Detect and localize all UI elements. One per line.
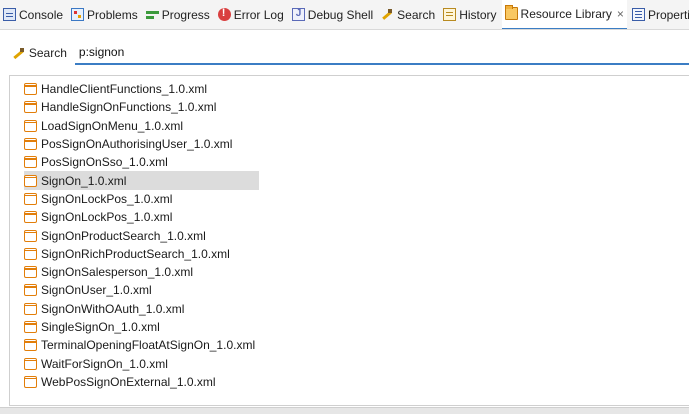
search-label: Search — [28, 46, 67, 60]
search-row: Search — [0, 40, 689, 66]
tab-progress[interactable]: Progress — [143, 0, 213, 29]
list-item[interactable]: WebPosSignOnExternal_1.0.xml — [24, 373, 259, 391]
tab-properties[interactable]: Properties — [629, 0, 689, 29]
list-item-label: SignOnLockPos_1.0.xml — [41, 210, 173, 225]
tab-console[interactable]: Console — [0, 0, 66, 29]
list-item-label: TerminalOpeningFloatAtSignOn_1.0.xml — [41, 338, 256, 353]
list-item[interactable]: WaitForSignOn_1.0.xml — [24, 354, 259, 372]
xml-file-icon — [24, 211, 37, 224]
tab-label: Properties — [647, 7, 689, 22]
list-item-label: PosSignOnAuthorisingUser_1.0.xml — [41, 137, 233, 152]
search-icon — [381, 8, 394, 21]
tab-label: Error Log — [233, 7, 284, 22]
debug-shell-icon — [291, 8, 305, 21]
tab-history[interactable]: History — [440, 0, 499, 29]
xml-file-icon — [24, 247, 37, 260]
tab-label: Progress — [161, 7, 210, 22]
error-log-icon — [217, 7, 231, 21]
list-item[interactable]: SignOnProductSearch_1.0.xml — [24, 226, 259, 244]
list-item[interactable]: PosSignOnAuthorisingUser_1.0.xml — [24, 135, 259, 153]
tab-error-log[interactable]: Error Log — [215, 0, 287, 29]
progress-icon — [145, 8, 159, 21]
xml-file-icon — [24, 83, 37, 96]
list-item[interactable]: HandleSignOnFunctions_1.0.xml — [24, 98, 259, 116]
xml-file-icon — [24, 266, 37, 279]
properties-icon — [631, 8, 645, 21]
list-item-label: SignOnWithOAuth_1.0.xml — [41, 301, 185, 316]
list-item-label: SignOn_1.0.xml — [41, 173, 127, 188]
xml-file-icon — [24, 156, 37, 169]
list-item[interactable]: SignOnSalesperson_1.0.xml — [24, 263, 259, 281]
xml-file-icon — [24, 375, 37, 388]
xml-file-icon — [24, 302, 37, 315]
list-item[interactable]: SignOnLockPos_1.0.xml — [24, 208, 259, 226]
xml-file-icon — [24, 174, 37, 187]
list-item[interactable]: SignOnUser_1.0.xml — [24, 281, 259, 299]
xml-file-icon — [24, 229, 37, 242]
tab-label: Search — [397, 7, 436, 22]
search-input[interactable] — [74, 41, 689, 65]
history-icon — [443, 8, 457, 21]
list-item[interactable]: SignOn_1.0.xml — [24, 171, 260, 190]
list-item-label: SingleSignOn_1.0.xml — [41, 320, 160, 334]
tab-resource-library[interactable]: Resource Library × — [501, 0, 627, 29]
tab-label: Console — [19, 7, 64, 22]
list-item[interactable]: SignOnWithOAuth_1.0.xml — [24, 300, 259, 318]
tab-problems[interactable]: Problems — [68, 0, 141, 29]
xml-file-icon — [24, 284, 37, 297]
tab-label: Debug Shell — [307, 7, 374, 22]
list-item-label: SignOnUser_1.0.xml — [41, 283, 152, 298]
panel-bottom-border — [0, 407, 689, 414]
list-item[interactable]: HandleClientFunctions_1.0.xml — [24, 80, 259, 98]
list-item-label: LoadSignOnMenu_1.0.xml — [41, 118, 184, 133]
xml-file-icon — [24, 339, 37, 352]
list-item-label: WebPosSignOnExternal_1.0.xml — [41, 374, 216, 389]
list-item-label: WaitForSignOn_1.0.xml — [41, 356, 168, 371]
tab-label: History — [459, 7, 497, 22]
list-item-label: PosSignOnSso_1.0.xml — [41, 155, 168, 170]
list-item-label: SignOnRichProductSearch_1.0.xml — [41, 246, 230, 261]
resource-library-icon — [504, 5, 518, 20]
view-tab-bar: Console Problems Progress Error Log Debu… — [0, 0, 689, 30]
results-list[interactable]: HandleClientFunctions_1.0.xml HandleSignO… — [9, 75, 689, 406]
tab-label: Resource Library — [520, 6, 612, 21]
list-item[interactable]: SignOnRichProductSearch_1.0.xml — [24, 245, 259, 263]
list-item[interactable]: LoadSignOnMenu_1.0.xml — [24, 117, 259, 135]
list-item[interactable]: PosSignOnSso_1.0.xml — [24, 153, 259, 171]
tab-search[interactable]: Search — [378, 0, 438, 29]
tab-debug-shell[interactable]: Debug Shell — [289, 0, 376, 29]
xml-file-icon — [24, 357, 37, 370]
list-item[interactable]: SignOnLockPos_1.0.xml — [24, 190, 259, 208]
close-icon[interactable]: × — [617, 7, 624, 21]
xml-file-icon — [24, 192, 37, 205]
list-item-label: SignOnLockPos_1.0.xml — [41, 191, 173, 206]
problems-icon — [71, 8, 85, 21]
tab-label: Problems — [87, 7, 138, 22]
list-item-label: SignOnSalesperson_1.0.xml — [41, 265, 194, 280]
xml-file-icon — [24, 321, 37, 333]
list-item[interactable]: SingleSignOn_1.0.xml — [24, 318, 259, 336]
list-item-label: HandleClientFunctions_1.0.xml — [41, 82, 208, 97]
list-item-label: HandleSignOnFunctions_1.0.xml — [41, 100, 217, 115]
xml-file-icon — [24, 101, 37, 114]
search-icon — [12, 46, 26, 60]
list-item[interactable]: TerminalOpeningFloatAtSignOn_1.0.xml — [24, 336, 259, 354]
results-items: HandleClientFunctions_1.0.xml HandleSignO… — [24, 80, 260, 391]
console-icon — [3, 8, 16, 21]
xml-file-icon — [24, 138, 37, 151]
list-item-label: SignOnProductSearch_1.0.xml — [41, 228, 206, 243]
xml-file-icon — [24, 119, 37, 132]
